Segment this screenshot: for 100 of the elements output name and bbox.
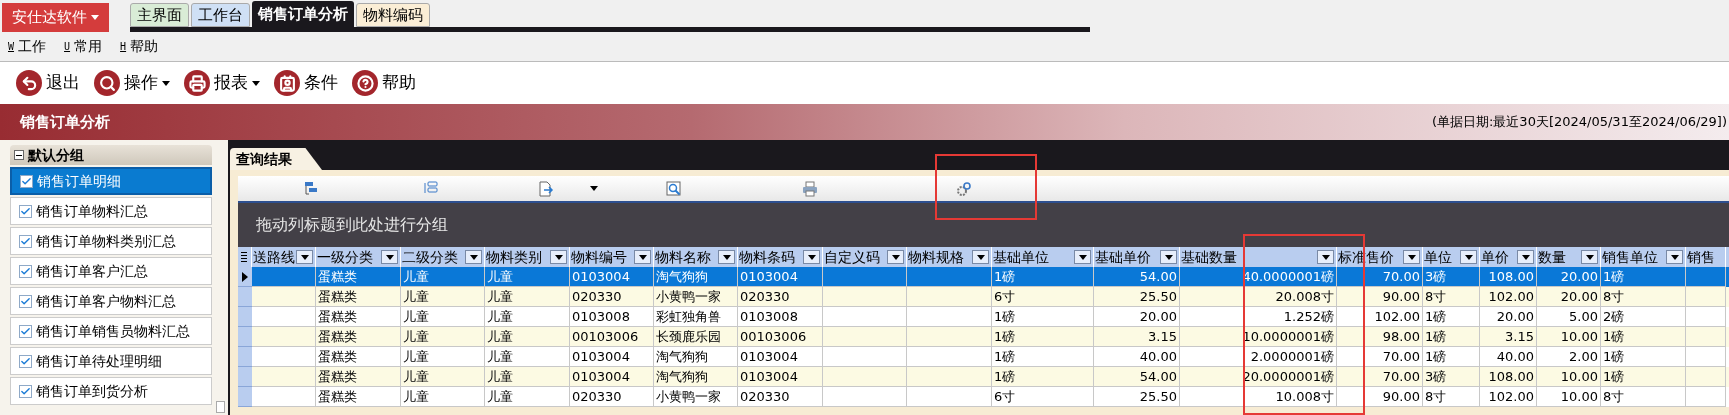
table-cell: 40.00: [1139, 347, 1177, 366]
menu-item[interactable]: W 工作: [8, 36, 47, 57]
report-item[interactable]: 销售订单明细: [10, 167, 212, 195]
table-row[interactable]: 蛋糕类 儿童 儿童 00103006 长颈鹿乐园 00103006 1磅 3.15 10.0000001磅 98.00 1磅 3.15 10.00 1磅: [238, 327, 1729, 347]
filter-dropdown-button[interactable]: [1160, 250, 1177, 264]
checkbox[interactable]: [19, 234, 32, 248]
filter-dropdown-button[interactable]: [1317, 250, 1334, 264]
table-cell: 蛋糕类: [318, 387, 357, 406]
tab[interactable]: 工作台: [191, 3, 250, 27]
table-cell: 0103004: [572, 347, 630, 366]
table-cell: 儿童: [487, 327, 513, 346]
group-hint: 拖动列标题到此处进行分组: [256, 214, 448, 236]
checkbox[interactable]: [19, 294, 32, 308]
report-item[interactable]: 销售订单物料汇总: [10, 197, 212, 225]
caret-icon: [807, 254, 816, 260]
menu-item[interactable]: H 帮助: [120, 36, 159, 57]
report-item[interactable]: 销售订单物料类别汇总: [10, 227, 212, 255]
checkbox[interactable]: [19, 324, 32, 338]
filter-dropdown-button[interactable]: [972, 250, 989, 264]
table-cell: 20.0000001磅: [1242, 367, 1334, 386]
group-icon[interactable]: [302, 179, 320, 198]
table-cell: 90.00: [1382, 287, 1420, 306]
caret-icon: [1164, 254, 1173, 260]
caret-icon: [162, 80, 170, 86]
table-row[interactable]: 蛋糕类 儿童 儿童 0103004 淘气狗狗 0103004 1磅 54.00 40.0000001磅 70.00 3磅 108.00 20.00 1磅: [238, 267, 1729, 287]
menu-item[interactable]: U 常用: [64, 36, 103, 57]
table-row[interactable]: 蛋糕类 儿童 儿童 020330 小黄鸭一家 020330 6寸 25.50 20.008寸 90.00 8寸 102.00 20.00 8寸: [238, 287, 1729, 307]
group-header[interactable]: 默认分组: [10, 145, 212, 165]
report-item[interactable]: 销售订单客户汇总: [10, 257, 212, 285]
filter-dropdown-button[interactable]: [1666, 250, 1683, 264]
filter-dropdown-button[interactable]: [296, 250, 313, 264]
toolbar-button[interactable]: 帮助: [352, 70, 420, 96]
report-item[interactable]: 销售订单到货分析: [10, 377, 212, 405]
checkbox[interactable]: [19, 384, 32, 398]
app-menu-button[interactable]: 安仕达软件: [2, 3, 109, 32]
filter-dropdown-button[interactable]: [1460, 250, 1477, 264]
help-icon: [352, 70, 378, 96]
table-cell: 淘气狗狗: [656, 347, 708, 366]
filter-dropdown-button[interactable]: [1074, 250, 1091, 264]
checkbox[interactable]: [19, 264, 32, 278]
tab[interactable]: 物料编码: [356, 3, 430, 27]
filter-dropdown-button[interactable]: [1517, 250, 1534, 264]
caret-icon: [469, 254, 478, 260]
checkbox[interactable]: [19, 354, 32, 368]
filter-dropdown-button[interactable]: [634, 250, 651, 264]
table-cell: 20.00: [1560, 267, 1598, 286]
export-icon[interactable]: [536, 179, 554, 198]
filter-dropdown-button[interactable]: [381, 250, 398, 264]
current-row-icon[interactable]: [238, 267, 252, 287]
toolbar-button[interactable]: 退出: [16, 70, 84, 96]
table-row[interactable]: 蛋糕类 儿童 儿童 0103008 彩虹独角兽 0103008 1磅 20.00 1.252磅 102.00 1磅 20.00 5.00 2磅: [238, 307, 1729, 327]
filter-dropdown-button[interactable]: [1403, 250, 1420, 264]
filter-dropdown-button[interactable]: [465, 250, 482, 264]
report-item[interactable]: 销售订单销售员物料汇总: [10, 317, 212, 345]
tab[interactable]: 销售订单分析: [252, 1, 354, 27]
table-cell: 儿童: [403, 287, 429, 306]
table-cell: 10.00: [1560, 387, 1598, 406]
toolbar-button[interactable]: 操作: [94, 70, 174, 96]
filter-dropdown-button[interactable]: [550, 250, 567, 264]
filter-dropdown-button[interactable]: [887, 250, 904, 264]
table-row[interactable]: 蛋糕类 儿童 儿童 0103004 淘气狗狗 0103004 1磅 40.00 2.0000001磅 70.00 1磅 40.00 2.00 1磅: [238, 347, 1729, 367]
table-cell: 5.00: [1569, 307, 1598, 326]
table-cell: 8寸: [1603, 287, 1625, 306]
table-cell: 00103006: [572, 327, 639, 346]
table-cell: 儿童: [403, 327, 429, 346]
scrollbar[interactable]: [216, 401, 225, 413]
filter-dropdown-button[interactable]: [1581, 250, 1598, 264]
collapse-icon[interactable]: [14, 150, 24, 160]
checkbox[interactable]: [20, 174, 33, 188]
table-cell: 蛋糕类: [318, 367, 357, 386]
table-row[interactable]: 蛋糕类 儿童 儿童 020330 小黄鸭一家 020330 6寸 25.50 10.008寸 90.00 8寸 102.00 10.00 8寸: [238, 387, 1729, 407]
table-cell: 儿童: [487, 387, 513, 406]
report-item[interactable]: 销售订单客户物料汇总: [10, 287, 212, 315]
search-icon[interactable]: [665, 179, 683, 198]
table-cell: 2磅: [1603, 307, 1625, 326]
table-cell: 25.50: [1139, 287, 1177, 306]
gear-icon[interactable]: [955, 179, 973, 198]
table-cell: 102.00: [1488, 387, 1534, 406]
toolbar-button[interactable]: 条件: [274, 70, 342, 96]
undo-icon: [16, 70, 42, 96]
caret-icon: [976, 254, 985, 260]
table-cell: 儿童: [487, 347, 513, 366]
table-row[interactable]: 蛋糕类 儿童 儿童 0103004 淘气狗狗 0103004 1磅 54.00 20.0000001磅 70.00 3磅 108.00 10.00 1磅: [238, 367, 1729, 387]
toolbar-button[interactable]: 报表: [184, 70, 264, 96]
printer-icon[interactable]: [801, 179, 819, 198]
table-cell: 10.008寸: [1275, 387, 1334, 406]
results-tab[interactable]: 查询结果: [230, 148, 322, 170]
report-item[interactable]: 销售订单待处理明细: [10, 347, 212, 375]
table-cell: 1磅: [994, 327, 1016, 346]
table-cell: 20.00: [1139, 307, 1177, 326]
filter-dropdown-button[interactable]: [718, 250, 735, 264]
checkbox[interactable]: [19, 204, 32, 218]
contact-card-icon: [274, 70, 300, 96]
table-cell: 20.00: [1496, 307, 1534, 326]
printer-icon: [184, 70, 210, 96]
tab[interactable]: 主界面: [130, 3, 189, 27]
table-cell: 3.15: [1505, 327, 1534, 346]
filter-dropdown-button[interactable]: [803, 250, 820, 264]
table-cell: 儿童: [403, 347, 429, 366]
table-cell: 1磅: [1425, 327, 1447, 346]
